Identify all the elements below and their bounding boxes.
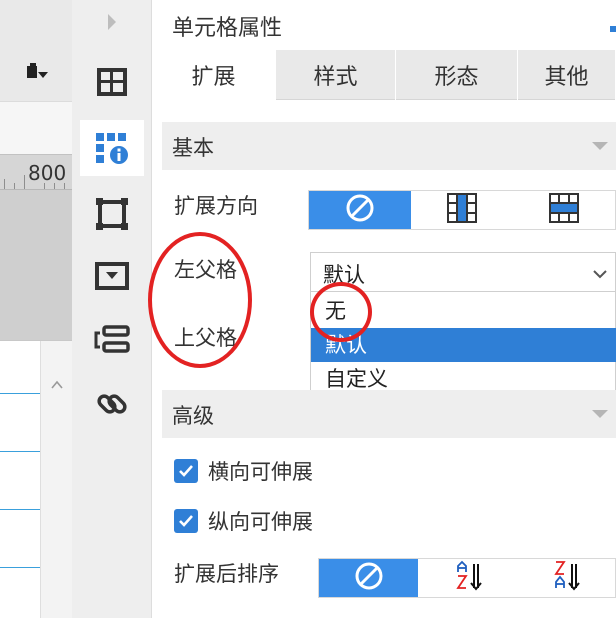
tab-style[interactable]: 样式 [276,50,396,100]
collapse-panel-icon[interactable] [80,4,144,40]
vertical-scrollbar[interactable] [40,341,72,618]
sort-after-expand-selector [318,558,616,598]
left-parent-dropdown: 无 默认 自定义 [310,292,616,398]
left-parent-select[interactable]: 默认 [310,252,616,292]
vertical-expand-icon [446,192,478,228]
expand-direction-selector [308,190,616,230]
expand-none-option[interactable] [309,191,411,229]
vertical-stretch-checkbox[interactable]: 纵向可伸展 [174,506,313,536]
report-canvas: 800 [0,0,72,618]
ruler-label: 800 [28,161,67,185]
sort-descending-icon [550,560,582,596]
canvas-background [0,190,72,340]
rail-frame[interactable] [80,186,144,242]
vertical-stretch-label: 纵向可伸展 [208,510,313,534]
rail-widget[interactable] [80,248,144,304]
format-painter-icon[interactable] [24,62,50,84]
advanced-section-label: 高级 [172,404,214,428]
property-tabs: 扩展 样式 形态 其他 [152,50,616,101]
horizontal-stretch-label: 横向可伸展 [208,460,313,484]
panel-title: 单元格属性 [172,16,283,41]
panel-corner-marker [610,26,616,32]
basic-section-label: 基本 [172,136,214,160]
checkbox-checked-icon [174,509,198,533]
report-block-icon [94,325,130,355]
cell-layout-icon [95,65,129,99]
property-icon-rail [72,0,152,618]
tab-expand[interactable]: 扩展 [152,50,276,101]
left-parent-value: 默认 [323,263,365,287]
dropdown-option-none[interactable]: 无 [311,294,616,328]
sort-none-option[interactable] [319,559,419,597]
rail-report-block[interactable] [80,312,144,368]
rail-cell-layout[interactable] [80,54,144,110]
advanced-section-header[interactable]: 高级 [162,390,616,438]
sort-descending-option[interactable] [518,559,615,597]
sort-ascending-option[interactable] [418,559,517,597]
rail-cell-properties[interactable] [80,120,144,176]
dropdown-option-default[interactable]: 默认 [311,328,616,362]
widget-dropdown-icon [95,261,129,291]
none-icon [345,193,375,227]
checkbox-checked-icon [174,459,198,483]
sort-after-expand-label: 扩展后排序 [174,562,279,586]
tab-other[interactable]: 其他 [518,50,616,100]
expand-horizontal-option[interactable] [513,191,615,229]
basic-section-header[interactable]: 基本 [162,122,616,170]
frame-icon [95,197,129,231]
cell-properties-icon [94,130,130,166]
canvas-toolbar [0,0,72,102]
cell-property-panel: 单元格属性 扩展 样式 形态 其他 基本 扩展方向 左父格 默认 上父格 无 默… [152,0,616,618]
chevron-down-icon [592,410,608,418]
horizontal-ruler: 800 [0,154,72,190]
none-icon [354,561,384,595]
horizontal-stretch-checkbox[interactable]: 横向可伸展 [174,456,313,486]
hyperlink-icon [95,387,129,421]
left-parent-label: 左父格 [174,258,237,282]
tab-form[interactable]: 形态 [396,50,518,100]
expand-direction-label: 扩展方向 [174,194,258,218]
chevron-down-icon [589,263,611,285]
sheet-area[interactable] [0,340,72,618]
chevron-down-icon [592,142,608,150]
expand-vertical-option[interactable] [411,191,513,229]
top-parent-label: 上父格 [174,326,237,350]
rail-hyperlink[interactable] [80,376,144,432]
horizontal-expand-icon [548,192,580,228]
scroll-up-icon[interactable] [49,377,65,393]
sort-ascending-icon [452,560,484,596]
